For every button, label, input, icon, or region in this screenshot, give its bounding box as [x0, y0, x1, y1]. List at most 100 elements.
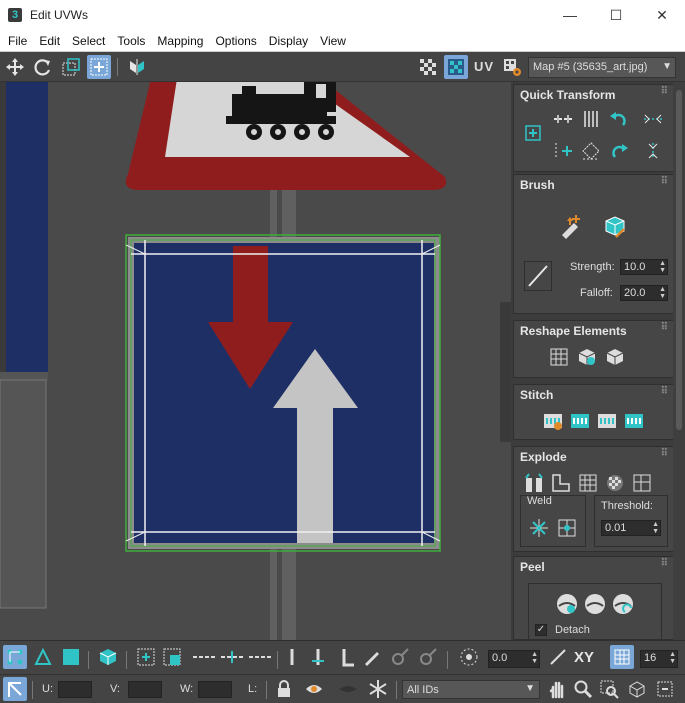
move-tool-icon[interactable]	[3, 55, 27, 79]
weld-selected-icon[interactable]	[527, 516, 551, 540]
rotate-ccw-icon[interactable]	[607, 107, 631, 131]
element-mode-icon[interactable]	[96, 645, 120, 669]
absolute-offset-icon[interactable]	[3, 677, 27, 701]
v-coordinate-field[interactable]	[128, 681, 162, 698]
lock-icon[interactable]	[272, 677, 296, 701]
split-grid-icon[interactable]	[576, 471, 600, 495]
menu-tools[interactable]: Tools	[111, 34, 151, 48]
menu-edit[interactable]: Edit	[33, 34, 66, 48]
edge-mode-icon[interactable]	[31, 645, 55, 669]
stitch-title[interactable]: Stitch ⠿	[514, 385, 673, 405]
flatten-icon[interactable]	[603, 471, 627, 495]
stitch-to-target-icon[interactable]	[622, 409, 646, 433]
weld-target-icon[interactable]	[555, 516, 579, 540]
mirror-tool-icon[interactable]	[125, 55, 149, 79]
show-map-icon[interactable]	[444, 55, 468, 79]
space-vertical-icon[interactable]	[641, 139, 665, 163]
snap-line-icon[interactable]	[546, 645, 570, 669]
minimize-button[interactable]: —	[547, 0, 593, 30]
paint-move-icon[interactable]	[554, 211, 584, 241]
stitch-average-icon[interactable]	[595, 409, 619, 433]
material-id-dropdown[interactable]: All IDs ▼	[402, 680, 540, 699]
u-coordinate-field[interactable]	[58, 681, 92, 698]
uv-axis-label[interactable]: UV	[474, 59, 494, 74]
xy-axis-label[interactable]: XY	[574, 649, 594, 666]
scale-tool-icon[interactable]	[59, 55, 83, 79]
shrink-ring-icon[interactable]	[334, 645, 358, 669]
quick-transform-title[interactable]: Quick Transform ⠿	[514, 85, 673, 105]
quick-peel-icon[interactable]	[555, 592, 579, 616]
menu-select[interactable]: Select	[66, 34, 111, 48]
shrink-loop-icon[interactable]	[248, 645, 272, 669]
zoom-selected-icon[interactable]	[653, 677, 677, 701]
w-coordinate-field[interactable]	[198, 681, 232, 698]
explode-title[interactable]: Explode ⠿	[514, 447, 673, 467]
menu-view[interactable]: View	[314, 34, 352, 48]
edge-ring-icon[interactable]	[280, 645, 304, 669]
peel-mode-icon[interactable]	[583, 592, 607, 616]
relax-until-flat-icon[interactable]	[575, 345, 599, 369]
explode-by-id-icon[interactable]	[630, 471, 654, 495]
space-horizontal-icon[interactable]	[641, 107, 665, 131]
grid-size-spinner[interactable]: 16 ▲ ▼	[640, 650, 678, 668]
rotate-tool-icon[interactable]	[31, 55, 55, 79]
soft-selection-icon[interactable]	[457, 645, 481, 669]
align-horizontal-icon[interactable]	[551, 107, 575, 131]
menu-options[interactable]: Options	[209, 34, 262, 48]
menu-file[interactable]: File	[0, 34, 33, 48]
falloff-curve-icon[interactable]	[524, 261, 552, 291]
polygon-mode-icon[interactable]	[59, 645, 83, 669]
vertex-mode-icon[interactable]	[3, 645, 27, 669]
break-icon[interactable]	[522, 471, 546, 495]
menu-mapping[interactable]: Mapping	[151, 34, 209, 48]
edge-loop-icon[interactable]	[192, 645, 216, 669]
grow-loop-icon[interactable]	[220, 645, 244, 669]
straighten-selection-icon[interactable]	[547, 345, 571, 369]
straighten-icon[interactable]	[579, 139, 603, 163]
align-to-center-icon[interactable]	[521, 121, 545, 145]
freeze-snowflake-icon[interactable]	[366, 677, 390, 701]
texture-settings-icon[interactable]	[500, 55, 524, 79]
align-vertical-icon[interactable]	[579, 107, 603, 131]
hide-eye-icon[interactable]	[302, 677, 326, 701]
weld-label: Weld	[527, 495, 552, 507]
shrink-selection-icon[interactable]	[160, 645, 184, 669]
paint-select-icon[interactable]	[360, 645, 384, 669]
close-button[interactable]: ✕	[639, 0, 685, 30]
falloff-spinner[interactable]: 20.0 ▲ ▼	[620, 285, 668, 301]
rotate-cw-icon[interactable]	[607, 139, 631, 163]
scrollbar-thumb[interactable]	[676, 90, 682, 430]
freeform-tool-icon[interactable]	[87, 55, 111, 79]
zoom-region-icon[interactable]	[597, 677, 621, 701]
paint-shrink-icon[interactable]	[416, 645, 440, 669]
angle-spinner[interactable]: 0.0 ▲ ▼	[488, 650, 540, 668]
detach-edge-icon[interactable]	[549, 471, 573, 495]
maximize-button[interactable]: ☐	[593, 0, 639, 30]
relax-brush-icon[interactable]	[600, 211, 630, 241]
threshold-spinner[interactable]: 0.01 ▲ ▼	[601, 520, 661, 536]
checker-pattern-icon[interactable]	[416, 55, 440, 79]
brush-title[interactable]: Brush ⠿	[514, 175, 673, 195]
stitch-to-source-icon[interactable]	[568, 409, 592, 433]
uv-texture-canvas[interactable]	[0, 82, 511, 640]
rollout-scrollbar[interactable]	[673, 82, 685, 640]
texture-map-dropdown[interactable]: Map #5 (35635_art.jpg) ▼	[528, 57, 676, 78]
unhide-icon[interactable]	[336, 677, 360, 701]
grow-selection-icon[interactable]	[134, 645, 158, 669]
strength-spinner[interactable]: 10.0 ▲ ▼	[620, 259, 668, 275]
zoom-magnifier-icon[interactable]	[571, 677, 595, 701]
align-points-icon[interactable]	[551, 139, 575, 163]
pan-hand-icon[interactable]	[545, 677, 569, 701]
relax-icon[interactable]	[603, 345, 627, 369]
uv-editor-viewport[interactable]	[0, 82, 511, 640]
detach-checkbox[interactable]: ✓	[535, 624, 547, 636]
menu-display[interactable]: Display	[263, 34, 314, 48]
grid-snap-icon[interactable]	[610, 645, 634, 669]
reshape-elements-title[interactable]: Reshape Elements ⠿	[514, 321, 673, 341]
paint-grow-icon[interactable]	[388, 645, 412, 669]
grow-ring-icon[interactable]	[306, 645, 330, 669]
stitch-custom-icon[interactable]	[541, 409, 565, 433]
reset-peel-icon[interactable]	[611, 592, 635, 616]
zoom-extents-icon[interactable]	[625, 677, 649, 701]
peel-title[interactable]: Peel ⠿	[514, 557, 673, 577]
